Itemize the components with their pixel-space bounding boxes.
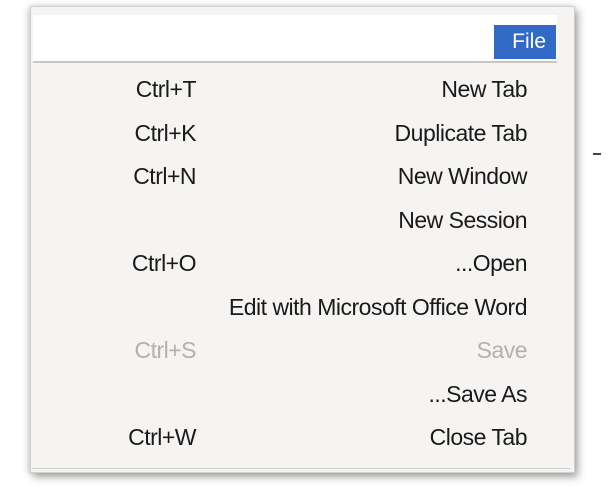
menu-item-shortcut: Ctrl+N xyxy=(133,163,196,189)
menu-item-label: ...Save As xyxy=(428,380,527,407)
menu-item-new-tab[interactable]: Ctrl+T New Tab xyxy=(30,66,575,110)
menu-item-shortcut: Ctrl+O xyxy=(131,250,197,276)
menu-item-shortcut: Ctrl+W xyxy=(128,424,196,450)
menu-item-label: New Window xyxy=(397,163,528,189)
edge-tick-mark xyxy=(593,153,601,155)
menu-bar: File xyxy=(33,15,557,63)
menu-item-new-session[interactable]: New Session xyxy=(30,197,575,241)
menu-item-shortcut: Ctrl+K xyxy=(134,119,196,146)
menu-item-label: ...Open xyxy=(455,250,527,276)
file-menu-button[interactable]: File xyxy=(494,25,556,59)
menu-item-new-window[interactable]: Ctrl+N New Window xyxy=(30,153,575,197)
menu-item-label: Edit with Microsoft Office Word xyxy=(228,293,528,320)
menu-item-duplicate-tab[interactable]: Ctrl+K Duplicate Tab xyxy=(30,110,575,154)
menu-item-label: Save xyxy=(476,337,528,363)
menu-item-label: Duplicate Tab xyxy=(394,119,528,146)
menu-item-shortcut: Ctrl+S xyxy=(134,337,196,363)
file-menu-items: Ctrl+T New Tab Ctrl+K Duplicate Tab Ctrl… xyxy=(30,66,575,458)
menu-item-save: Ctrl+S Save xyxy=(30,327,575,371)
menu-item-label: New Session xyxy=(398,206,527,233)
menu-item-open[interactable]: Ctrl+O ...Open xyxy=(30,240,575,284)
menu-item-save-as[interactable]: ...Save As xyxy=(30,371,575,415)
menu-item-label: New Tab xyxy=(441,76,527,102)
menu-bottom-divider xyxy=(32,468,570,469)
menu-item-shortcut: Ctrl+T xyxy=(135,76,197,102)
menu-item-close-tab[interactable]: Ctrl+W Close Tab xyxy=(30,414,575,458)
screenshot-stage: File Ctrl+T New Tab Ctrl+K Duplicate Tab… xyxy=(0,0,609,492)
menu-item-label: Close Tab xyxy=(429,424,528,450)
menu-item-edit-with-word[interactable]: Edit with Microsoft Office Word xyxy=(30,284,575,328)
